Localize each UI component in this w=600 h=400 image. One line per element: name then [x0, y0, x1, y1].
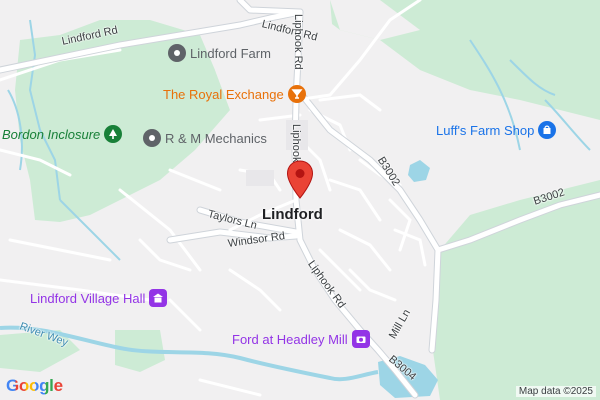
poi-label: Lindford Farm — [190, 45, 271, 61]
poi-label: Luff's Farm Shop — [436, 122, 535, 138]
poi-royal-exchange[interactable]: The Royal Exchange — [163, 85, 306, 103]
map-canvas[interactable]: Lindford Rd Lindford Rd Liphook Rd Lipho… — [0, 0, 600, 400]
building-icon — [149, 289, 168, 307]
location-marker[interactable] — [286, 160, 314, 200]
poi-luffs-farm-shop[interactable]: Luff's Farm Shop — [436, 121, 557, 139]
poi-lindford-farm[interactable]: Lindford Farm — [168, 44, 271, 62]
poi-rm-mechanics[interactable]: R & M Mechanics — [143, 129, 267, 147]
poi-label: Bordon Inclosure — [2, 126, 101, 142]
poi-label: Lindford Village Hall — [30, 290, 146, 306]
logo-text: Google — [6, 376, 63, 395]
cocktail-icon — [287, 85, 306, 103]
poi-lindford-village-hall[interactable]: Lindford Village Hall — [30, 289, 168, 307]
pin-icon — [143, 129, 161, 147]
map-attribution: Map data ©2025 — [515, 386, 596, 397]
poi-label: R & M Mechanics — [165, 130, 267, 146]
poi-ford-headley-mill[interactable]: Ford at Headley Mill — [232, 330, 370, 348]
poi-label: Ford at Headley Mill — [232, 331, 348, 347]
pin-icon — [168, 44, 186, 62]
road-label-liphook-rd-north: Liphook Rd — [292, 14, 304, 70]
shopping-bag-icon — [538, 121, 557, 139]
poi-bordon-inclosure[interactable]: Bordon Inclosure — [2, 125, 123, 143]
tree-icon — [104, 125, 123, 143]
poi-label: The Royal Exchange — [163, 86, 284, 102]
town-label-lindford: Lindford — [262, 206, 323, 223]
google-logo[interactable]: Google — [6, 376, 63, 396]
camera-icon — [351, 330, 370, 348]
